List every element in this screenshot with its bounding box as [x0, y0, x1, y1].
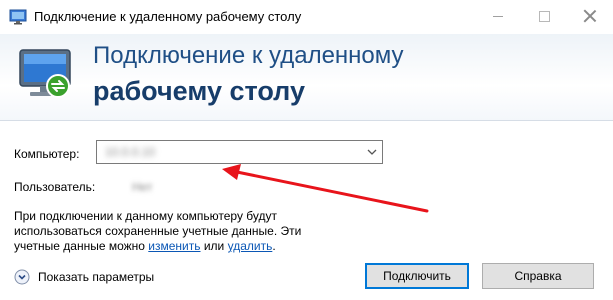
help-button[interactable]: Справка [482, 263, 594, 289]
connect-button[interactable]: Подключить [365, 263, 469, 289]
info-line-links: учетные данные можно изменить или удалит… [14, 239, 314, 254]
credentials-info: При подключении к данному компьютеру буд… [14, 209, 314, 254]
info-line3-text: учетные данные можно [14, 239, 149, 253]
close-icon [584, 10, 596, 22]
show-options-label: Показать параметры [38, 270, 155, 284]
computer-value: 10.0.0.10 [105, 145, 156, 159]
period-text: . [272, 239, 276, 253]
title-bar: Подключение к удаленному рабочему столу [0, 0, 613, 34]
minimize-button[interactable] [475, 0, 521, 32]
close-button[interactable] [567, 0, 613, 32]
delete-credentials-link[interactable]: удалить [228, 239, 273, 253]
user-label: Пользователь: [14, 180, 96, 194]
rdp-window: Подключение к удаленному рабочему столу … [0, 0, 613, 300]
window-title: Подключение к удаленному рабочему столу [34, 9, 302, 24]
show-options-toggle[interactable]: Показать параметры [14, 268, 154, 286]
computer-combobox[interactable]: 10.0.0.10 [96, 140, 383, 164]
info-line: При подключении к данному компьютеру буд… [14, 209, 277, 223]
monitor-connection-icon [19, 49, 71, 98]
change-credentials-link[interactable]: изменить [148, 239, 200, 253]
remote-desktop-icon [9, 9, 27, 25]
info-line: использоваться сохраненные учетные данны… [14, 224, 302, 238]
maximize-button[interactable] [521, 0, 567, 32]
user-value: Нет [132, 180, 153, 194]
or-text: или [200, 239, 228, 253]
expand-circle-icon[interactable] [14, 269, 30, 285]
computer-label: Компьютер: [14, 147, 80, 161]
chevron-down-icon[interactable] [366, 146, 378, 158]
banner-title-line1: Подключение к удаленному [93, 42, 404, 69]
header-banner: Подключение к удаленному рабочему столу [0, 34, 613, 121]
banner-title-line2: рабочему столу [93, 76, 305, 106]
maximize-icon [538, 10, 550, 22]
minimize-icon [493, 15, 503, 17]
